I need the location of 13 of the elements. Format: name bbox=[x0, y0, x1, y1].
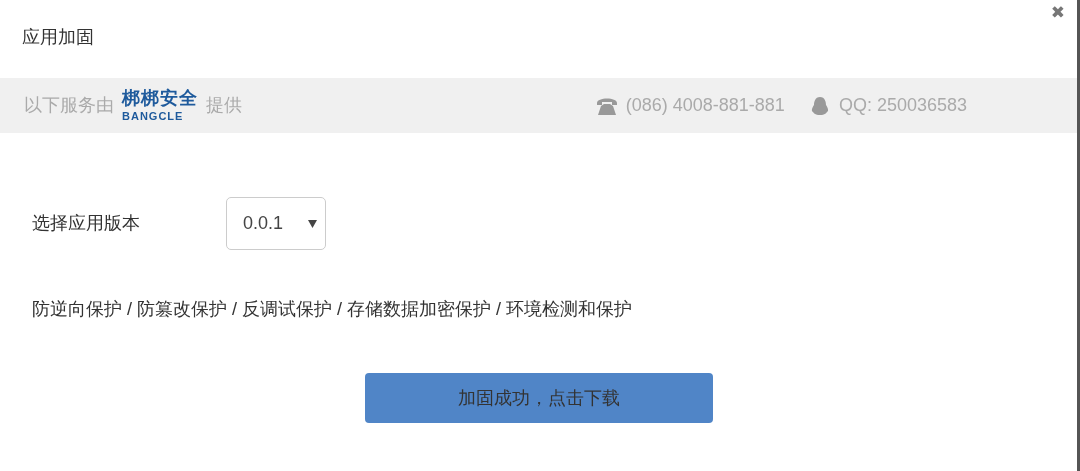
close-button[interactable]: ✖ bbox=[1050, 4, 1065, 21]
version-select[interactable]: 0.0.1 bbox=[226, 197, 326, 250]
phone-number: (086) 4008-881-881 bbox=[625, 94, 785, 117]
download-button[interactable]: 加固成功，点击下载 bbox=[365, 373, 713, 423]
logo-subtitle: BANGCLE bbox=[122, 111, 185, 122]
qq-number: QQ: 250036583 bbox=[838, 94, 967, 117]
caret-icon bbox=[308, 219, 317, 228]
features-text: 防逆向保护 / 防篡改保护 / 反调试保护 / 存储数据加密保护 / 环境检测和保护 bbox=[32, 299, 632, 319]
logo-name: 梆梆安全 bbox=[122, 89, 198, 107]
provider-prefix: 以下服务由 bbox=[24, 94, 114, 117]
dialog-title: 应用加固 bbox=[22, 27, 94, 47]
provider-suffix: 提供 bbox=[206, 94, 242, 117]
version-label: 选择应用版本 bbox=[32, 212, 141, 235]
